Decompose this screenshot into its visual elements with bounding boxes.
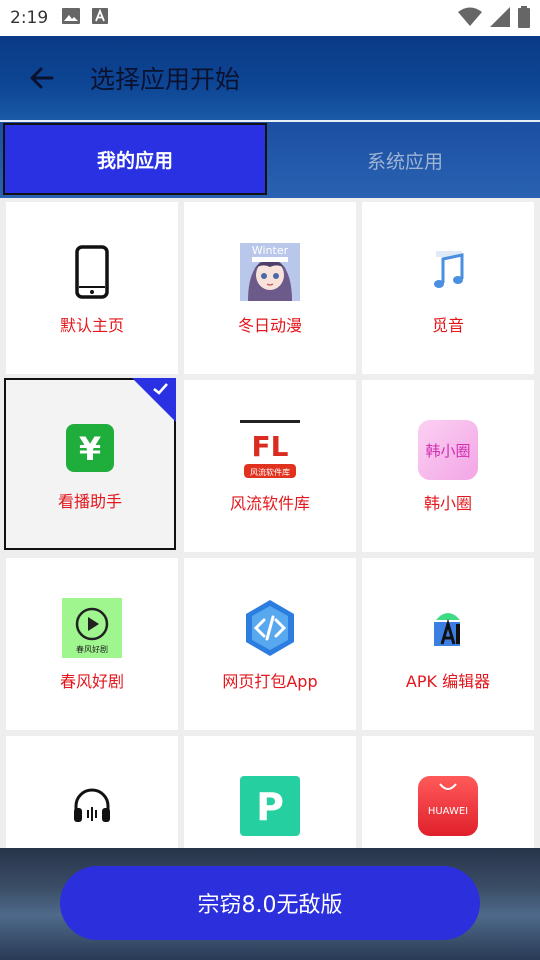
svg-text:春风好剧: 春风好剧 xyxy=(76,644,108,654)
p-logo-icon: P xyxy=(240,776,300,836)
app-item-hanxiaoquan[interactable]: 韩小圈 韩小圈 xyxy=(362,380,534,552)
svg-text:Winter: Winter xyxy=(252,244,289,257)
status-bar: 2:19 xyxy=(0,0,540,36)
app-grid: 默认主页 Winter 冬日动漫 觅音 ¥ 看播助手 FL 风流软件库 风流软件… xyxy=(0,198,540,848)
headphones-icon xyxy=(62,776,122,836)
app-item-huawei[interactable]: HUAWEI xyxy=(362,736,534,848)
app-item-default-home[interactable]: 默认主页 xyxy=(6,202,178,374)
app-item-kanbo-assistant[interactable]: ¥ 看播助手 xyxy=(4,378,176,550)
yen-icon: ¥ xyxy=(60,418,120,478)
android-ai-icon xyxy=(418,598,478,658)
arrow-left-icon xyxy=(30,67,54,89)
app-label: 冬日动漫 xyxy=(237,316,302,335)
app-item-fengliu-library[interactable]: FL 风流软件库 风流软件库 xyxy=(184,380,356,552)
play-icon: 春风好剧 xyxy=(62,598,122,658)
anime-girl-icon: Winter xyxy=(240,242,300,302)
app-label: 网页打包App xyxy=(222,672,318,691)
check-icon xyxy=(153,383,168,395)
phone-icon xyxy=(62,242,122,302)
music-note-icon xyxy=(418,242,478,302)
app-item-apk-editor[interactable]: APK 编辑器 xyxy=(362,558,534,730)
font-notification-icon xyxy=(92,8,108,28)
back-button[interactable] xyxy=(22,58,62,98)
app-item-headphones[interactable] xyxy=(6,736,178,848)
app-item-p-app[interactable]: P xyxy=(184,736,356,848)
fl-logo-icon: FL 风流软件库 xyxy=(240,420,300,480)
app-bar: 选择应用开始 xyxy=(0,36,540,120)
app-item-chunfeng-drama[interactable]: 春风好剧 春风好剧 xyxy=(6,558,178,730)
tab-bar: 我的应用 系统应用 xyxy=(0,122,540,198)
app-label: 默认主页 xyxy=(59,316,124,335)
battery-icon xyxy=(518,6,530,32)
start-button[interactable]: 宗窃8.0无敌版 xyxy=(60,866,480,940)
app-item-web-packager[interactable]: 网页打包App xyxy=(184,558,356,730)
svg-text:韩小圈: 韩小圈 xyxy=(425,442,470,460)
app-label: 觅音 xyxy=(431,316,464,335)
hanxiaoquan-icon: 韩小圈 xyxy=(418,420,478,480)
app-item-winter-anime[interactable]: Winter 冬日动漫 xyxy=(184,202,356,374)
tab-system-apps[interactable]: 系统应用 xyxy=(270,122,540,198)
app-item-miyin[interactable]: 觅音 xyxy=(362,202,534,374)
svg-text:P: P xyxy=(256,785,284,829)
svg-text:¥: ¥ xyxy=(79,430,101,468)
app-label: APK 编辑器 xyxy=(405,672,491,691)
page-title: 选择应用开始 xyxy=(90,65,241,94)
app-label: 风流软件库 xyxy=(229,494,310,513)
svg-text:HUAWEI: HUAWEI xyxy=(428,806,468,817)
svg-text:风流软件库: 风流软件库 xyxy=(250,467,290,477)
wifi-icon xyxy=(458,7,482,31)
app-label: 看播助手 xyxy=(57,492,122,511)
huawei-icon: HUAWEI xyxy=(418,776,478,836)
app-label: 韩小圈 xyxy=(423,494,472,513)
code-hexagon-icon xyxy=(240,598,300,658)
app-label: 春风好剧 xyxy=(59,672,124,691)
signal-icon xyxy=(490,7,510,31)
svg-text:FL: FL xyxy=(252,430,289,463)
tab-my-apps[interactable]: 我的应用 xyxy=(3,123,267,195)
image-notification-icon xyxy=(62,8,80,28)
status-time: 2:19 xyxy=(10,8,49,28)
